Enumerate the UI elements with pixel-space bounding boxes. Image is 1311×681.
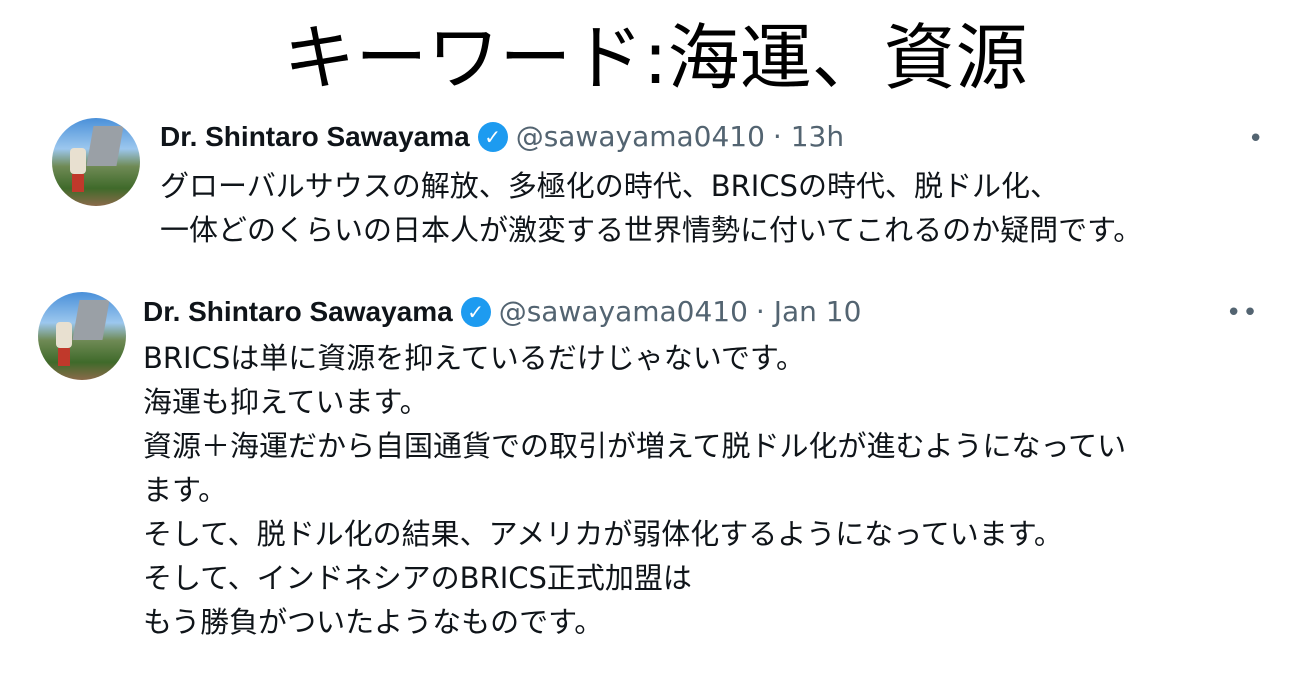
author-handle[interactable]: @sawayama0410 (516, 120, 765, 153)
tweet-line: 海運も抑えています。 (143, 385, 429, 419)
tweet-line: 一体どのくらいの日本人が激変する世界情勢に付いてこれるのか疑問です。 (160, 213, 1143, 247)
avatar[interactable] (38, 292, 126, 380)
tweet-line: ます。 (143, 473, 228, 507)
timestamp[interactable]: · 13h (773, 120, 844, 153)
author-handle[interactable]: @sawayama0410 (499, 295, 748, 328)
timestamp[interactable]: · Jan 10 (756, 295, 862, 328)
author-name[interactable]: Dr. Shintaro Sawayama (143, 296, 453, 328)
slide-title: キーワード:海運、資源 (283, 16, 1028, 100)
more-options-icon[interactable]: •• (1226, 298, 1259, 328)
author-name[interactable]: Dr. Shintaro Sawayama (160, 121, 470, 153)
more-options-icon[interactable]: • (1248, 124, 1264, 154)
avatar[interactable] (52, 118, 140, 206)
tweet-line: グローバルサウスの解放、多極化の時代、BRICSの時代、脱ドル化、 (160, 169, 1059, 203)
tweet-line: もう勝負がついたようなものです。 (143, 605, 604, 639)
tweet-line: BRICSは単に資源を抑えているだけじゃないです。 (143, 341, 806, 375)
verified-icon: ✓ (477, 121, 508, 152)
tweet-line: 資源＋海運だから自国通貨での取引が増えて脱ドル化が進むようになってい (143, 429, 1127, 463)
verified-icon: ✓ (460, 296, 491, 327)
tweet-line: そして、インドネシアのBRICS正式加盟は (143, 561, 692, 595)
tweet-line: そして、脱ドル化の結果、アメリカが弱体化するようになっています。 (143, 517, 1063, 551)
